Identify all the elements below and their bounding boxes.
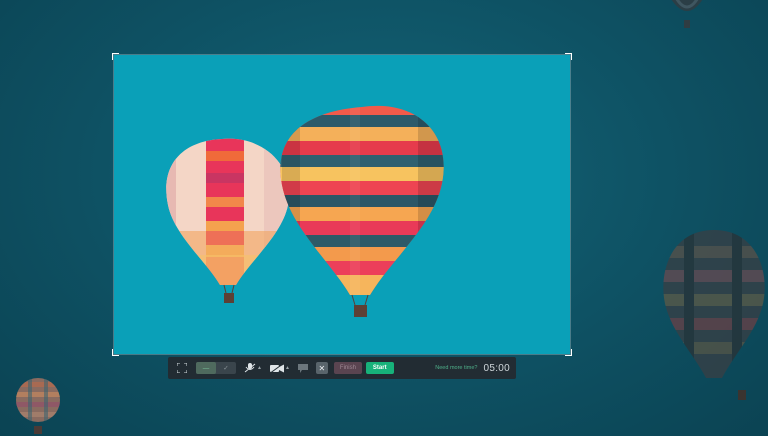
background-balloon-icon [671,0,703,28]
background-balloon-icon [100,0,120,4]
mic-muted-icon [244,363,256,373]
capture-region[interactable] [112,53,572,356]
background-balloon-icon [663,230,765,400]
fullscreen-button[interactable] [174,361,190,375]
microphone-button[interactable]: ▲ [244,361,262,375]
capture-mode-toggle: — ✓ [196,362,236,374]
close-button[interactable]: ✕ [315,362,328,374]
fullscreen-icon [177,363,187,373]
background-balloon-icon [16,378,60,434]
chat-button[interactable] [297,361,308,375]
recording-toolbar: — ✓ ▲ ▲ ✕ Finish Start Need more time? 0… [168,357,516,379]
finish-button[interactable]: Finish [333,362,362,374]
chat-icon [297,363,308,373]
timer-display: 05:00 [483,362,510,374]
camera-icon [269,363,284,373]
need-more-time-link[interactable]: Need more time? [435,365,477,371]
camera-button[interactable]: ▲ [269,361,290,375]
capture-mode-option-left[interactable]: — [196,362,216,374]
start-button[interactable]: Start [365,362,394,374]
hot-air-balloons-photo [166,105,444,317]
chevron-down-icon: ▲ [257,365,262,371]
chevron-down-icon: ▲ [284,365,290,371]
capture-mode-option-right[interactable]: ✓ [216,362,236,374]
